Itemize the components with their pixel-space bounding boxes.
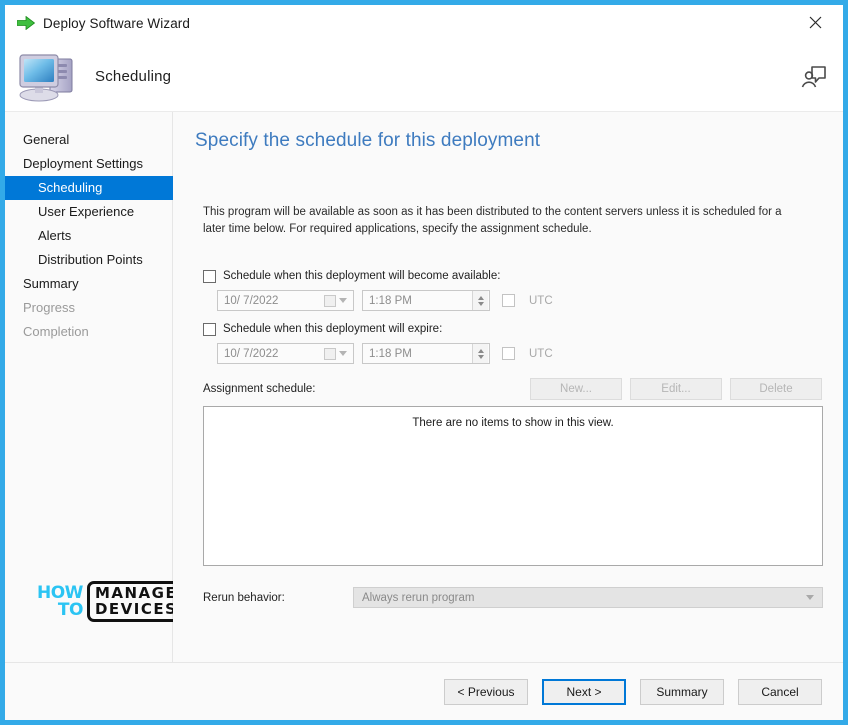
- new-button: New...: [530, 378, 622, 401]
- title-bar: Deploy Software Wizard: [5, 5, 843, 41]
- calendar-icon: [324, 294, 336, 307]
- expire-time-input[interactable]: 1:18 PM: [362, 343, 490, 365]
- green-arrow-icon: [17, 16, 35, 30]
- page-description: This program will be available as soon a…: [203, 206, 782, 235]
- available-datetime-row: 10/ 7/2022 1:18 PM UTC: [217, 290, 823, 312]
- computer-icon: [19, 54, 73, 102]
- header-title: Scheduling: [95, 67, 172, 85]
- chevron-down-icon: [339, 351, 347, 357]
- summary-button[interactable]: Summary: [640, 678, 724, 705]
- sidebar-item-user-experience[interactable]: User Experience: [5, 200, 172, 224]
- page-title: Specify the schedule for this deployment: [195, 130, 541, 151]
- deploy-software-wizard-window: Deploy Software Wizard Scheduling Genera…: [0, 0, 848, 725]
- available-date-input[interactable]: 10/ 7/2022: [217, 290, 354, 312]
- expire-time-spinner[interactable]: [472, 344, 488, 364]
- assignment-schedule-listbox[interactable]: There are no items to show in this view.: [203, 406, 823, 567]
- rerun-behavior-label: Rerun behavior:: [203, 591, 285, 604]
- sidebar-item-completion: Completion: [23, 324, 89, 339]
- listbox-empty-message: There are no items to show in this view.: [412, 417, 614, 430]
- sidebar-item-distribution-points[interactable]: Distribution Points: [5, 248, 172, 272]
- expire-utc-group: UTC: [502, 347, 553, 361]
- available-checkbox-row[interactable]: Schedule when this deployment will becom…: [203, 267, 823, 285]
- wizard-content: Specify the schedule for this deployment…: [173, 112, 843, 662]
- expire-checkbox-row[interactable]: Schedule when this deployment will expir…: [203, 320, 823, 338]
- rerun-behavior-value: Always rerun program: [362, 591, 475, 604]
- spinner-up-icon[interactable]: [477, 295, 484, 300]
- previous-button[interactable]: < Previous: [444, 678, 528, 705]
- expire-date-input[interactable]: 10/ 7/2022: [217, 343, 354, 365]
- edit-button: Edit...: [630, 378, 722, 401]
- expire-time-value: 1:18 PM: [369, 347, 412, 360]
- available-utc-checkbox: [502, 294, 515, 308]
- sidebar-item-alerts[interactable]: Alerts: [5, 224, 172, 248]
- expire-checkbox-label: Schedule when this deployment will expir…: [223, 323, 443, 336]
- assignment-buttons: New... Edit... Delete: [530, 378, 823, 401]
- expire-utc-checkbox: [502, 347, 515, 361]
- sidebar-item-summary[interactable]: Summary: [5, 272, 172, 296]
- available-time-spinner[interactable]: [472, 291, 488, 311]
- chevron-down-icon: [339, 298, 347, 304]
- delete-button: Delete: [730, 378, 822, 401]
- sidebar-item-progress: Progress: [23, 300, 76, 315]
- spinner-up-icon[interactable]: [477, 348, 484, 353]
- chevron-down-icon: [806, 595, 814, 601]
- wizard-footer: < Previous Next > Summary Cancel: [5, 662, 843, 720]
- expire-checkbox[interactable]: [203, 322, 216, 336]
- sidebar-item-general[interactable]: General: [5, 128, 172, 152]
- sidebar-item-deployment-settings[interactable]: Deployment Settings: [5, 152, 172, 176]
- cancel-button[interactable]: Cancel: [738, 678, 822, 705]
- close-button[interactable]: [795, 7, 835, 37]
- available-utc-group: UTC: [502, 294, 553, 308]
- watermark-to: TO: [57, 599, 84, 620]
- assignment-schedule-label: Assignment schedule:: [203, 383, 316, 396]
- expire-utc-label: UTC: [529, 347, 553, 360]
- rerun-behavior-select: Always rerun program: [353, 587, 823, 609]
- next-button[interactable]: Next >: [542, 678, 626, 705]
- close-icon: [809, 16, 821, 28]
- available-time-input[interactable]: 1:18 PM: [362, 290, 490, 312]
- body-area: General Deployment Settings Scheduling U…: [5, 111, 843, 662]
- expire-datetime-row: 10/ 7/2022 1:18 PM UTC: [217, 343, 823, 365]
- available-checkbox[interactable]: [203, 269, 216, 283]
- available-time-value: 1:18 PM: [369, 294, 412, 307]
- schedule-form: Schedule when this deployment will becom…: [203, 267, 823, 365]
- wizard-sidebar: General Deployment Settings Scheduling U…: [5, 112, 186, 662]
- expire-date-value: 10/ 7/2022: [224, 347, 279, 360]
- assignment-schedule-row: Assignment schedule: New... Edit... Dele…: [203, 378, 823, 401]
- available-utc-label: UTC: [529, 294, 553, 307]
- calendar-icon: [324, 347, 336, 360]
- sidebar-item-scheduling[interactable]: Scheduling: [5, 176, 183, 200]
- watermark-devices: DEVICES: [94, 599, 178, 618]
- window-title: Deploy Software Wizard: [43, 15, 191, 31]
- howtomanagedevices-watermark: HOW TO MANAGE DEVICES: [37, 581, 186, 622]
- spinner-down-icon[interactable]: [477, 301, 484, 306]
- page-header: Scheduling: [5, 41, 843, 111]
- spinner-down-icon[interactable]: [477, 354, 484, 359]
- feedback-person-icon[interactable]: [801, 64, 827, 88]
- available-checkbox-label: Schedule when this deployment will becom…: [223, 270, 501, 283]
- available-date-value: 10/ 7/2022: [224, 294, 279, 307]
- rerun-behavior-row: Rerun behavior: Always rerun program: [203, 587, 823, 609]
